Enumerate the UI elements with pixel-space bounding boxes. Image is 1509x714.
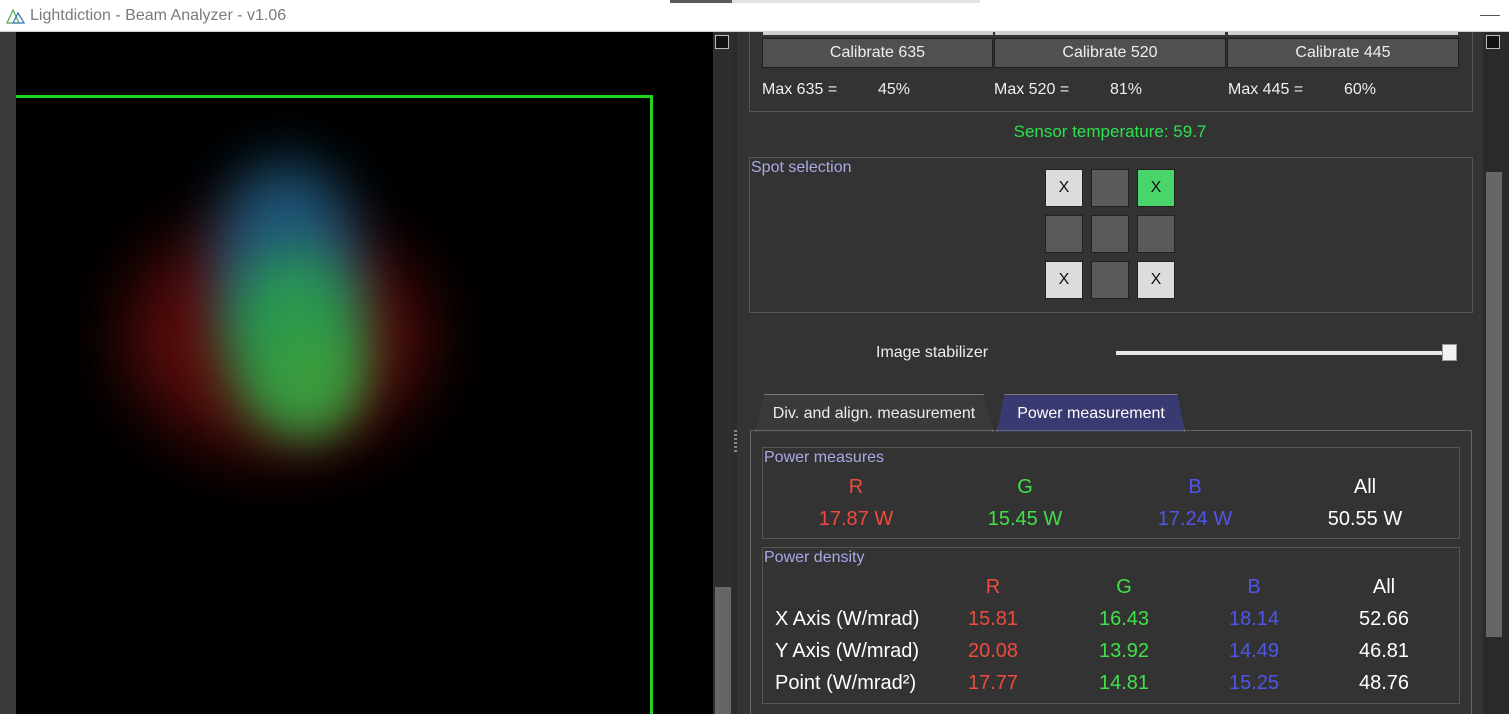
spot-cell-bottom-left[interactable]: X <box>1045 261 1083 299</box>
image-stabilizer-slider[interactable] <box>1116 351 1452 355</box>
upper-control-edge <box>995 32 1225 35</box>
max-635-value: 45% <box>878 81 911 98</box>
title-bar-accent-2 <box>732 0 980 3</box>
minimize-button[interactable] <box>1480 15 1500 16</box>
spot-cell-middle-center[interactable] <box>1091 215 1129 253</box>
max-445-label: Max 445 = <box>1228 81 1304 98</box>
density-point-r: 17.77 <box>967 672 1019 694</box>
image-stabilizer-slider-thumb[interactable] <box>1442 344 1457 361</box>
title-bar: Lightdiction - Beam Analyzer - v1.06 <box>0 0 1509 32</box>
panel-scrollbar-thumb[interactable] <box>1486 172 1502 637</box>
panel-toggle-checkbox[interactable] <box>1486 35 1500 49</box>
density-header-b: B <box>1247 576 1261 598</box>
power-value-all: 50.55 W <box>1327 508 1403 530</box>
spot-cell-middle-left[interactable] <box>1045 215 1083 253</box>
title-bar-accent <box>670 0 732 3</box>
panel-scrollbar[interactable] <box>1483 32 1509 714</box>
spot-cell-top-right[interactable]: X <box>1137 169 1175 207</box>
power-header-all: All <box>1353 476 1377 498</box>
calibrate-445-button[interactable]: Calibrate 445 <box>1227 38 1459 68</box>
image-scrollbar[interactable] <box>713 32 733 714</box>
power-density-title: Power density <box>764 549 865 566</box>
power-measures-title: Power measures <box>764 449 885 466</box>
control-panel: Calibrate 635 Calibrate 520 Calibrate 44… <box>737 32 1483 714</box>
sensor-temperature: Sensor temperature: 59.7 <box>1013 122 1207 141</box>
power-header-b: B <box>1188 476 1202 498</box>
density-y-g: 13.92 <box>1098 640 1150 662</box>
spot-cell-bottom-center[interactable] <box>1091 261 1129 299</box>
density-row-label: X Axis (W/mrad) <box>775 608 920 630</box>
power-value-b: 17.24 W <box>1157 508 1233 530</box>
calibrate-520-button[interactable]: Calibrate 520 <box>994 38 1226 68</box>
density-point-b: 15.25 <box>1228 672 1280 694</box>
roi-rectangle[interactable] <box>16 95 653 714</box>
upper-control-edge <box>763 32 993 35</box>
spot-selection-title: Spot selection <box>751 159 852 176</box>
upper-control-edge <box>1228 32 1458 35</box>
density-header-g: G <box>1116 576 1132 598</box>
density-x-all: 52.66 <box>1358 608 1410 630</box>
spot-cell-top-left[interactable]: X <box>1045 169 1083 207</box>
density-row-label: Point (W/mrad²) <box>775 672 917 694</box>
density-x-r: 15.81 <box>967 608 1019 630</box>
power-value-g: 15.45 W <box>987 508 1063 530</box>
beam-image-view[interactable] <box>16 32 713 714</box>
max-445-value: 60% <box>1344 81 1377 98</box>
left-border <box>0 32 16 714</box>
density-header-r: R <box>985 576 1001 598</box>
density-row-label: Y Axis (W/mrad) <box>775 640 920 662</box>
max-520-label: Max 520 = <box>994 81 1070 98</box>
calibrate-635-button[interactable]: Calibrate 635 <box>762 38 993 68</box>
density-y-b: 14.49 <box>1228 640 1280 662</box>
spot-cell-bottom-right[interactable]: X <box>1137 261 1175 299</box>
density-x-g: 16.43 <box>1098 608 1150 630</box>
tab-div-align-measurement[interactable]: Div. and align. measurement <box>755 394 993 432</box>
power-header-g: G <box>1017 476 1033 498</box>
spot-cell-top-center[interactable] <box>1091 169 1129 207</box>
window-title: Lightdiction - Beam Analyzer - v1.06 <box>30 7 287 24</box>
app-logo-icon <box>6 8 26 24</box>
density-point-g: 14.81 <box>1098 672 1150 694</box>
spot-cell-middle-right[interactable] <box>1137 215 1175 253</box>
density-y-r: 20.08 <box>967 640 1019 662</box>
power-value-r: 17.87 W <box>818 508 894 530</box>
image-view-toggle-checkbox[interactable] <box>715 35 729 49</box>
image-stabilizer-label: Image stabilizer <box>876 344 989 361</box>
tab-power-measurement[interactable]: Power measurement <box>997 394 1185 432</box>
density-point-all: 48.76 <box>1358 672 1410 694</box>
image-scrollbar-thumb[interactable] <box>715 587 731 714</box>
max-520-value: 81% <box>1110 81 1143 98</box>
max-635-label: Max 635 = <box>762 81 838 98</box>
density-x-b: 18.14 <box>1228 608 1280 630</box>
density-y-all: 46.81 <box>1358 640 1410 662</box>
power-header-r: R <box>848 476 864 498</box>
density-header-all: All <box>1372 576 1396 598</box>
